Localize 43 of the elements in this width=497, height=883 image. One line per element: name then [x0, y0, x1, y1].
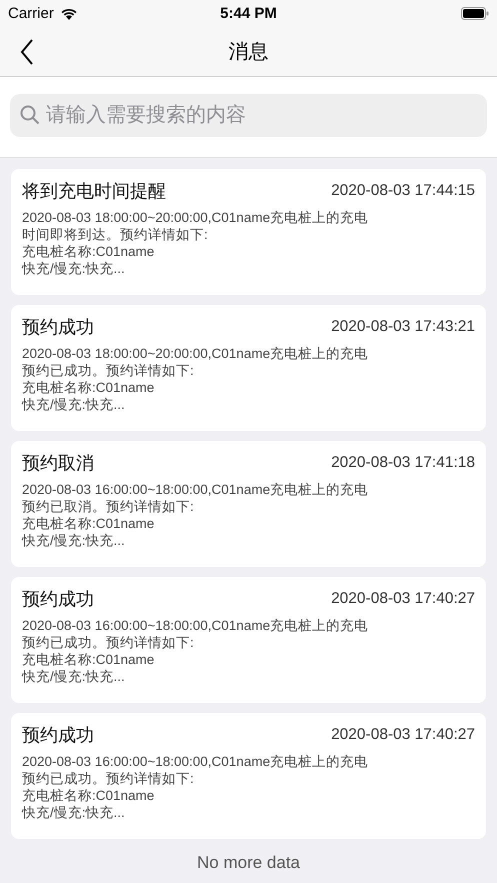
- message-card[interactable]: 预约成功 2020-08-03 17:40:27 2020-08-03 16:00:00~18:00:00,C01name充电桩上的充电 预约已成功。预约详情如下: 充电桩名称:C01name 快充/慢充:快充...: [11, 713, 486, 839]
- message-text: 快充/慢充:快充...: [22, 668, 126, 685]
- message-time: 2020-08-03 17:44:15: [331, 182, 475, 200]
- status-time: 5:44 PM: [220, 4, 277, 22]
- page-title: 消息: [228, 40, 268, 64]
- message-time: 2020-08-03 17:40:27: [331, 726, 475, 744]
- message-text: 充电桩名称:C01name: [22, 515, 156, 532]
- message-text: 2020-08-03 16:00:00~18:00:00,C01name充电桩上的充电: [22, 617, 370, 634]
- message-text: 充电桩名称:C01name: [22, 243, 156, 260]
- message-text: 预约已成功。预约详情如下:: [22, 770, 195, 787]
- message-text: 快充/慢充:快充...: [22, 260, 126, 277]
- search-field[interactable]: 请输入需要搜索的内容: [10, 94, 487, 137]
- message-time: 2020-08-03 17:40:27: [331, 590, 475, 608]
- message-title: 预约成功: [22, 588, 94, 611]
- message-time: 2020-08-03 17:41:18: [331, 454, 475, 472]
- message-text: 预约已成功。预约详情如下:: [22, 362, 195, 379]
- message-card[interactable]: 预约成功 2020-08-03 17:40:27 2020-08-03 16:00:00~18:00:00,C01name充电桩上的充电 预约已成功。预约详情如下: 充电桩名称:C01name 快充/慢充:快充...: [11, 577, 486, 703]
- message-text: 快充/慢充:快充...: [22, 532, 126, 549]
- message-text: 充电桩名称:C01name: [22, 651, 156, 668]
- message-text: 预约已取消。预约详情如下:: [22, 498, 195, 515]
- wifi-icon: [60, 6, 78, 20]
- message-card[interactable]: 预约取消 2020-08-03 17:41:18 2020-08-03 16:00:00~18:00:00,C01name充电桩上的充电 预约已取消。预约详情如下: 充电桩名称:C01name 快充/慢充:快充...: [11, 441, 486, 567]
- message-text: 时间即将到达。预约详情如下:: [22, 226, 209, 243]
- message-card[interactable]: 预约成功 2020-08-03 17:43:21 2020-08-03 18:00:00~20:00:00,C01name充电桩上的充电 预约已成功。预约详情如下: 充电桩名称:C01name 快充/慢充:快充...: [11, 305, 486, 431]
- message-title: 预约成功: [22, 316, 94, 339]
- message-text: 2020-08-03 16:00:00~18:00:00,C01name充电桩上的充电: [22, 481, 370, 498]
- message-text: 预约已成功。预约详情如下:: [22, 634, 195, 651]
- carrier-label: Carrier: [8, 4, 54, 22]
- battery-icon: [460, 6, 489, 20]
- message-text: 快充/慢充:快充...: [22, 804, 126, 821]
- message-title: 预约成功: [22, 724, 94, 747]
- message-text: 2020-08-03 16:00:00~18:00:00,C01name充电桩上的充电: [22, 753, 370, 770]
- message-text: 2020-08-03 18:00:00~20:00:00,C01name充电桩上的充电: [22, 345, 370, 362]
- message-card[interactable]: 将到充电时间提醒 2020-08-03 17:44:15 2020-08-03 18:00:00~20:00:00,C01name充电桩上的充电 时间即将到达。预约详情如下: 充电桩名称:C01name 快充/慢充:快充...: [11, 169, 486, 295]
- message-text: 充电桩名称:C01name: [22, 787, 156, 804]
- no-more-data-label: No more data: [197, 853, 300, 872]
- message-title: 将到充电时间提醒: [22, 180, 166, 203]
- message-text: 2020-08-03 18:00:00~20:00:00,C01name充电桩上的充电: [22, 209, 370, 226]
- message-title: 预约取消: [22, 452, 94, 475]
- search-icon: [20, 105, 40, 125]
- message-time: 2020-08-03 17:43:21: [331, 318, 475, 336]
- message-text: 充电桩名称:C01name: [22, 379, 156, 396]
- message-text: 快充/慢充:快充...: [22, 396, 126, 413]
